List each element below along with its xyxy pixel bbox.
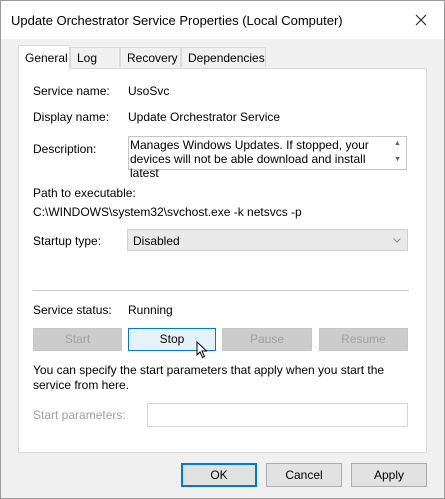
description-scrollbar[interactable]: ▲ ▼ bbox=[390, 137, 406, 169]
ok-button[interactable]: OK bbox=[181, 463, 257, 487]
startup-type-select[interactable]: Disabled bbox=[127, 229, 408, 251]
tab-label: Dependencies bbox=[188, 51, 265, 65]
service-name-value: UsoSvc bbox=[128, 84, 170, 98]
scroll-down-icon[interactable]: ▼ bbox=[394, 156, 401, 163]
service-status-label: Service status: bbox=[33, 303, 112, 317]
tab-general[interactable]: General bbox=[18, 45, 70, 69]
scroll-up-icon[interactable]: ▲ bbox=[394, 140, 401, 147]
tab-recovery[interactable]: Recovery bbox=[120, 47, 181, 67]
apply-button[interactable]: Apply bbox=[351, 463, 427, 487]
tab-label: General bbox=[25, 51, 68, 65]
startup-type-value: Disabled bbox=[133, 234, 180, 248]
startup-type-label: Startup type: bbox=[33, 234, 102, 248]
start-parameters-label: Start parameters: bbox=[33, 408, 126, 422]
display-name-label: Display name: bbox=[33, 110, 110, 124]
path-value: C:\WINDOWS\system32\svchost.exe -k netsv… bbox=[33, 205, 302, 219]
tab-dependencies[interactable]: Dependencies bbox=[181, 47, 266, 67]
start-button[interactable]: Start bbox=[33, 328, 122, 351]
chevron-down-icon bbox=[393, 238, 401, 243]
section-divider bbox=[33, 290, 409, 291]
close-button[interactable] bbox=[398, 1, 444, 39]
mouse-pointer-icon bbox=[196, 341, 208, 359]
pause-button[interactable]: Pause bbox=[222, 328, 312, 351]
title-bar[interactable]: Update Orchestrator Service Properties (… bbox=[1, 1, 444, 39]
description-label: Description: bbox=[33, 142, 97, 156]
close-icon bbox=[415, 14, 427, 26]
start-parameters-input[interactable] bbox=[147, 403, 408, 427]
tab-label: Recovery bbox=[127, 51, 178, 65]
window-title: Update Orchestrator Service Properties (… bbox=[11, 13, 343, 28]
description-field[interactable]: Manages Windows Updates. If stopped, you… bbox=[128, 136, 407, 180]
service-status-value: Running bbox=[128, 303, 173, 317]
resume-button[interactable]: Resume bbox=[319, 328, 408, 351]
cancel-button[interactable]: Cancel bbox=[266, 463, 342, 487]
description-text: Manages Windows Updates. If stopped, you… bbox=[130, 138, 369, 180]
properties-dialog: Update Orchestrator Service Properties (… bbox=[0, 0, 445, 499]
general-tab-panel bbox=[18, 68, 427, 453]
start-params-hint: You can specify the start parameters tha… bbox=[33, 363, 385, 392]
path-label: Path to executable: bbox=[33, 186, 136, 200]
service-name-label: Service name: bbox=[33, 84, 110, 98]
display-name-value: Update Orchestrator Service bbox=[128, 110, 281, 124]
tab-log-on[interactable]: Log On bbox=[70, 47, 120, 85]
